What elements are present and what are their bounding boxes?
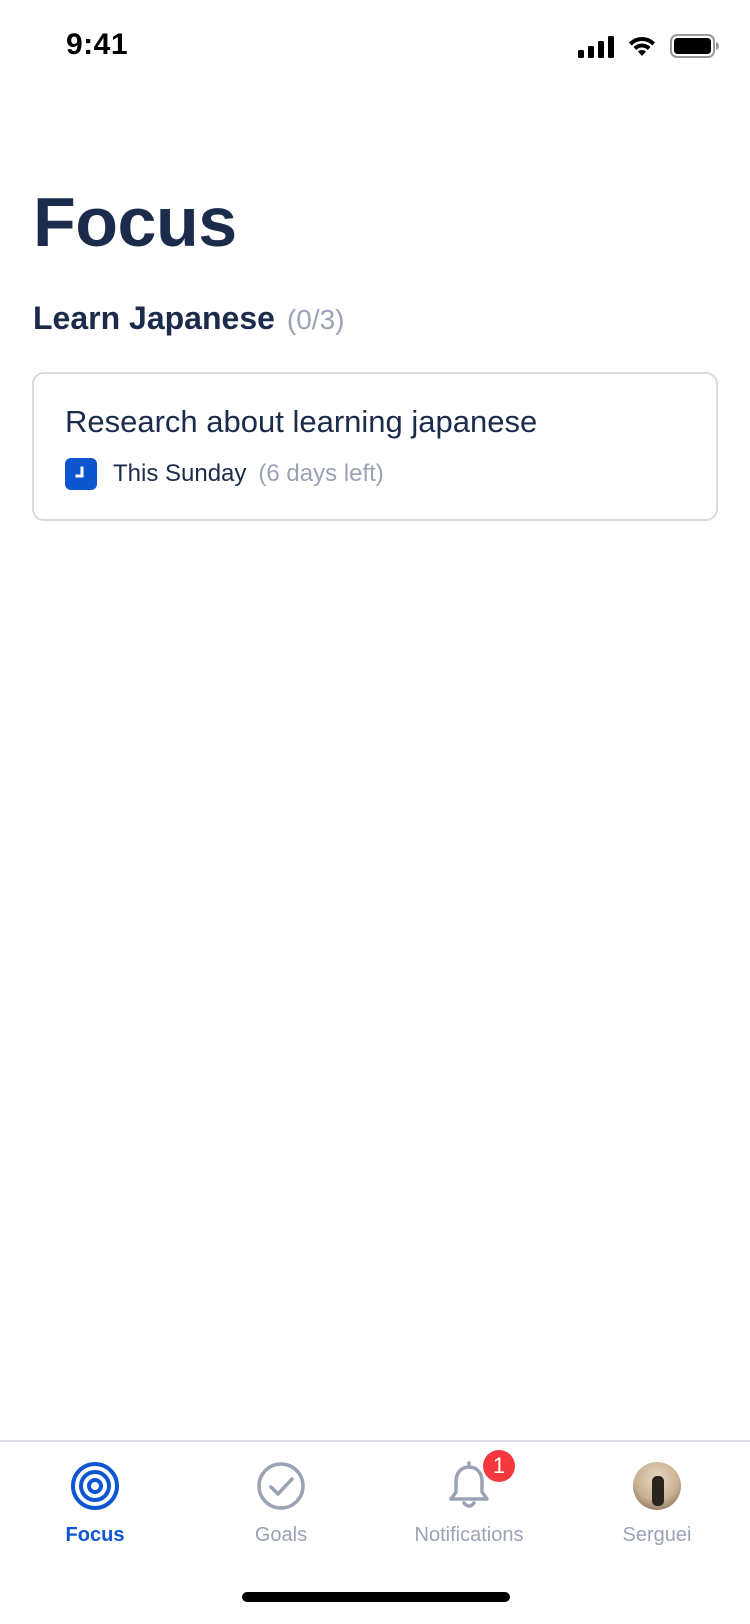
clock-icon (65, 458, 97, 490)
status-icons (578, 34, 720, 58)
goal-progress: (0/3) (286, 304, 345, 335)
avatar (633, 1462, 681, 1510)
days-remaining: (6 days left) (258, 460, 384, 487)
tab-profile[interactable]: Serguei (562, 1460, 750, 1547)
task-title: Research about learning japanese (65, 404, 538, 439)
tab-label-goals: Goals (254, 1524, 308, 1546)
tab-notifications[interactable]: 1 Notifications (374, 1450, 564, 1547)
status-bar: 9:41 (0, 0, 750, 94)
page-title: Focus (33, 183, 237, 261)
home-indicator[interactable] (242, 1592, 510, 1602)
status-time: 9:41 (66, 28, 129, 61)
tab-label-profile: Serguei (622, 1524, 692, 1546)
target-icon (69, 1460, 121, 1512)
tab-goals[interactable]: Goals (186, 1460, 376, 1547)
bell-icon: 1 (443, 1450, 515, 1512)
cellular-signal-icon (578, 34, 614, 58)
wifi-icon (626, 34, 658, 58)
avatar-icon (631, 1460, 683, 1512)
tab-label-notifications: Notifications (414, 1524, 524, 1546)
tab-focus[interactable]: Focus (0, 1460, 190, 1547)
goal-title: Learn Japanese (33, 300, 275, 336)
battery-icon (670, 34, 720, 58)
task-card[interactable]: Research about learning japanese This Su… (32, 372, 718, 521)
task-meta: This Sunday (6 days left) (65, 458, 384, 490)
due-date: This Sunday (113, 460, 247, 487)
tab-label-focus: Focus (65, 1524, 125, 1546)
check-circle-icon (255, 1460, 307, 1512)
notification-badge: 1 (483, 1450, 515, 1482)
goal-header[interactable]: Learn Japanese (0/3) (33, 300, 344, 337)
